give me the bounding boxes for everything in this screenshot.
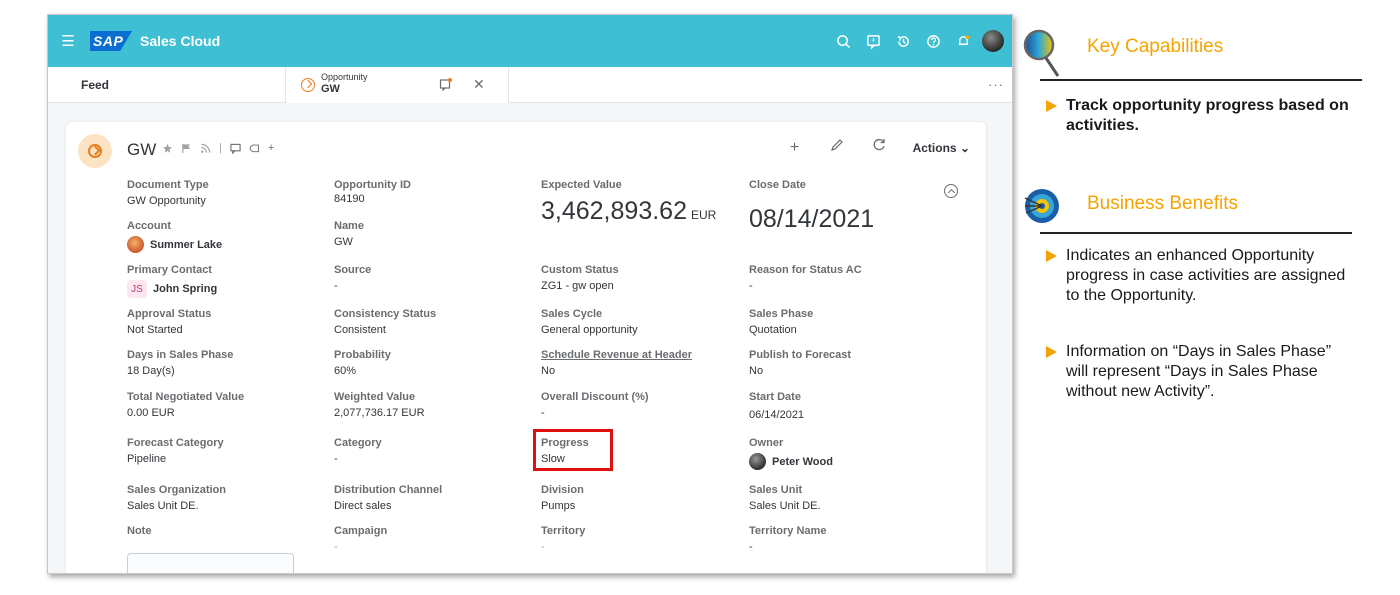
note-icon[interactable] <box>439 77 453 92</box>
brand-text: SAP <box>93 33 124 49</box>
add-icon[interactable]: + <box>787 139 803 157</box>
field-publish-to-forecast: Publish to Forecast No <box>749 349 852 377</box>
arrow-bullet-icon <box>1046 100 1058 112</box>
field-sales-unit: Sales Unit Sales Unit DE. <box>749 484 821 512</box>
owner-link[interactable]: Peter Wood <box>749 453 833 470</box>
actions-button[interactable]: Actions ⌄ <box>913 141 970 155</box>
feedback-icon[interactable] <box>858 26 888 56</box>
tab-object-type: Opportunity <box>321 72 368 82</box>
screenshot-frame: ☰ SAP Sales Cloud Feed Opportunity GW ✕ … <box>47 14 1013 574</box>
close-tab-icon[interactable]: ✕ <box>473 76 485 93</box>
app-title[interactable]: Sales Cloud <box>140 33 220 49</box>
field-sales-organization: Sales Organization Sales Unit DE. <box>127 484 227 512</box>
sap-logo[interactable]: SAP <box>90 31 132 51</box>
opportunity-icon <box>78 134 112 168</box>
business-benefits-title: Business Benefits <box>1087 193 1239 214</box>
shell-actions <box>828 15 1004 67</box>
field-owner: Owner Peter Wood <box>749 437 833 470</box>
separator: | <box>219 142 222 154</box>
field-schedule-revenue: Schedule Revenue at Header No <box>541 349 693 377</box>
object-page-card: GW | + + Actions ⌄ Document Type GW Oppo… <box>66 122 986 573</box>
owner-avatar <box>749 453 766 470</box>
account-link[interactable]: Summer Lake <box>127 236 222 253</box>
field-overall-discount: Overall Discount (%) - <box>541 391 649 419</box>
expected-value-currency: EUR <box>690 208 717 222</box>
shell-bar: ☰ SAP Sales Cloud <box>48 15 1012 67</box>
field-probability: Probability 60% <box>334 349 391 377</box>
opportunity-icon <box>301 78 315 92</box>
add-tag-icon[interactable]: + <box>268 142 274 154</box>
field-name: Name GW <box>334 220 364 248</box>
field-opportunity-id: Opportunity ID 84190 <box>334 179 411 205</box>
field-custom-status: Custom Status ZG1 - gw open <box>541 264 619 292</box>
arrow-bullet-icon <box>1046 346 1058 358</box>
arrow-bullet-icon <box>1046 250 1058 262</box>
contact-link[interactable]: JS John Spring <box>127 280 217 298</box>
field-note: Note <box>127 525 152 537</box>
field-weighted-value: Weighted Value 2,077,736.17 EUR <box>334 391 425 419</box>
field-campaign: Campaign - <box>334 525 388 553</box>
tab-object-name: GW <box>321 83 340 95</box>
business-benefits-rule <box>1040 232 1352 234</box>
field-division: Division Pumps <box>541 484 584 512</box>
key-capabilities-title: Key Capabilities <box>1087 36 1224 57</box>
field-total-negotiated-value: Total Negotiated Value 0.00 EUR <box>127 391 245 419</box>
note-input[interactable] <box>127 553 294 573</box>
magnifier-icon <box>1023 29 1060 77</box>
notifications-icon[interactable] <box>948 26 978 56</box>
key-capabilities-rule <box>1040 79 1362 81</box>
star-icon[interactable] <box>162 143 173 154</box>
field-reason-for-status: Reason for Status AC - <box>749 264 862 292</box>
refresh-icon[interactable] <box>871 138 887 157</box>
search-icon[interactable] <box>828 26 858 56</box>
expected-value-amount: 3,462,893.62 <box>541 197 687 225</box>
field-source: Source - <box>334 264 372 292</box>
tab-opportunity[interactable]: Opportunity GW ✕ <box>287 67 509 103</box>
flag-icon[interactable] <box>181 143 192 154</box>
follow-icon[interactable] <box>200 143 211 154</box>
field-account: Account Summer Lake <box>127 220 222 253</box>
field-sales-phase: Sales Phase Quotation <box>749 308 814 336</box>
object-title: GW <box>127 140 157 159</box>
field-territory-name: Territory Name - <box>749 525 827 553</box>
field-consistency-status: Consistency Status Consistent <box>334 308 437 336</box>
business-benefit-item: Information on “Days in Sales Phase” wil… <box>1046 342 1356 402</box>
field-distribution-channel: Distribution Channel Direct sales <box>334 484 443 512</box>
field-document-type: Document Type GW Opportunity <box>127 179 209 207</box>
target-icon <box>1024 189 1059 223</box>
title-tools: | + <box>162 142 274 154</box>
user-avatar[interactable] <box>982 30 1004 52</box>
key-capability-item: Track opportunity progress based on acti… <box>1046 96 1356 136</box>
contact-avatar: JS <box>127 280 147 298</box>
tag-icon[interactable] <box>249 143 260 154</box>
field-close-date: Close Date 08/14/2021 <box>749 179 875 233</box>
field-expected-value: Expected Value 3,462,893.62 EUR <box>541 179 717 225</box>
history-icon[interactable] <box>888 26 918 56</box>
help-icon[interactable] <box>918 26 948 56</box>
field-primary-contact: Primary Contact JS John Spring <box>127 264 217 298</box>
edit-icon[interactable] <box>829 138 845 157</box>
actions-label: Actions <box>912 140 957 155</box>
field-category: Category - <box>334 437 382 465</box>
more-icon[interactable]: ··· <box>988 77 1004 92</box>
field-sales-cycle: Sales Cycle General opportunity <box>541 308 638 336</box>
tab-feed[interactable]: Feed <box>48 67 286 103</box>
field-approval-status: Approval Status Not Started <box>127 308 212 336</box>
progress-highlight-box <box>533 429 613 471</box>
field-forecast-category: Forecast Category Pipeline <box>127 437 224 465</box>
tab-bar: Feed Opportunity GW ✕ ··· <box>48 67 1012 103</box>
business-benefit-item: Indicates an enhanced Opportunity progre… <box>1046 246 1356 306</box>
comment-icon[interactable] <box>230 143 241 154</box>
field-territory: Territory - <box>541 525 586 553</box>
collapse-header-icon[interactable] <box>944 184 958 198</box>
header-actions: + Actions ⌄ <box>787 138 970 157</box>
account-avatar <box>127 236 144 253</box>
menu-icon[interactable]: ☰ <box>48 32 88 50</box>
field-start-date: Start Date 06/14/2021 <box>749 391 805 421</box>
chevron-down-icon: ⌄ <box>959 140 970 155</box>
field-days-in-sales-phase: Days in Sales Phase 18 Day(s) <box>127 349 234 377</box>
